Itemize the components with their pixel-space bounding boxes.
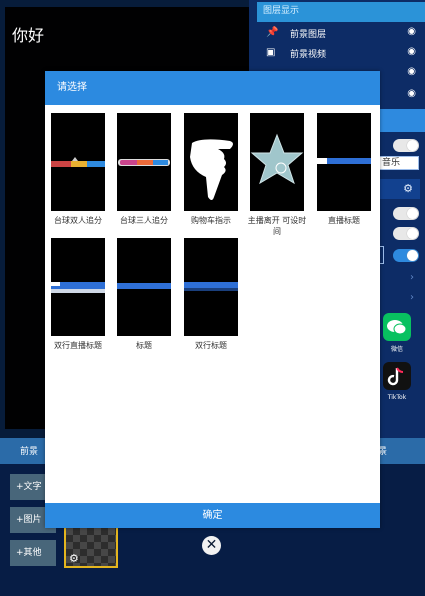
gear-icon: ⚙: [403, 182, 413, 195]
template-caption: 购物车指示: [191, 216, 231, 225]
settings-button[interactable]: ⚙: [380, 179, 420, 199]
toggle-switch-on[interactable]: [393, 249, 419, 262]
select-dialog: 请选择 台球双人追分 台球三人追分 购物车指示 主播离开 可设时间 直播标题 双…: [45, 71, 380, 528]
app-label-tiktok: TikTok: [387, 394, 407, 401]
template-caption: 双行标题: [195, 341, 227, 350]
template-preview-double-live-title: [51, 238, 105, 336]
template-caption: 双行直播标题: [54, 341, 102, 350]
wechat-app-icon[interactable]: [383, 313, 411, 341]
toggle-switch[interactable]: [393, 139, 419, 152]
layer-label: 前景视频: [290, 50, 327, 60]
chat-bubble-icon: [387, 320, 407, 335]
layer-row-foreground-layer[interactable]: 📌 前景图层 ◉: [262, 24, 422, 44]
tiktok-app-icon[interactable]: [383, 362, 411, 390]
eye-icon[interactable]: ◉: [407, 66, 416, 77]
template-preview-billiards-triple: [117, 113, 171, 211]
template-caption: 直播标题: [328, 216, 360, 225]
template-preview-hand-pointer: [184, 113, 238, 211]
close-icon[interactable]: ✕: [202, 536, 221, 555]
gear-icon[interactable]: ⚙: [69, 552, 79, 565]
template-caption: 台球双人追分: [54, 216, 102, 225]
video-icon: ▣: [266, 47, 276, 58]
template-preview-title-bar: [117, 238, 171, 336]
panel-tab-block[interactable]: [380, 109, 425, 132]
music-field[interactable]: 音乐: [379, 156, 419, 170]
add-other-button[interactable]: +其他: [10, 540, 56, 566]
confirm-button[interactable]: 确定: [45, 503, 380, 528]
template-caption: 台球三人追分: [120, 216, 168, 225]
toggle-switch[interactable]: [393, 227, 419, 240]
foreground-tab[interactable]: 前景: [20, 444, 38, 457]
template-preview-live-title-bar: [317, 113, 371, 211]
toggle-switch[interactable]: [393, 207, 419, 220]
layer-row-foreground-video[interactable]: ▣ 前景视频 ◉: [262, 44, 422, 64]
template-caption: 主播离开 可设时间: [247, 216, 307, 236]
app-label-wechat: 微信: [390, 346, 403, 353]
pin-icon: 📌: [266, 27, 279, 38]
template-preview-double-title: [184, 238, 238, 336]
layer-display-header: 图层显示: [257, 2, 425, 22]
chevron-right-icon[interactable]: ›: [410, 292, 414, 303]
preview-greeting: 你好: [12, 26, 45, 45]
chevron-right-icon[interactable]: ›: [410, 272, 414, 283]
template-caption: 标题: [136, 341, 152, 350]
eye-icon[interactable]: ◉: [407, 88, 416, 99]
template-preview-star-badge: [250, 113, 304, 211]
eye-icon[interactable]: ◉: [407, 46, 416, 57]
layer-label: 前景图层: [290, 30, 327, 40]
music-note-icon: [387, 367, 404, 386]
eye-icon[interactable]: ◉: [407, 26, 416, 37]
selected-asset-thumbnail[interactable]: ⚙: [64, 526, 118, 568]
template-preview-billiards-double: [51, 113, 105, 211]
dialog-title: 请选择: [45, 71, 380, 105]
